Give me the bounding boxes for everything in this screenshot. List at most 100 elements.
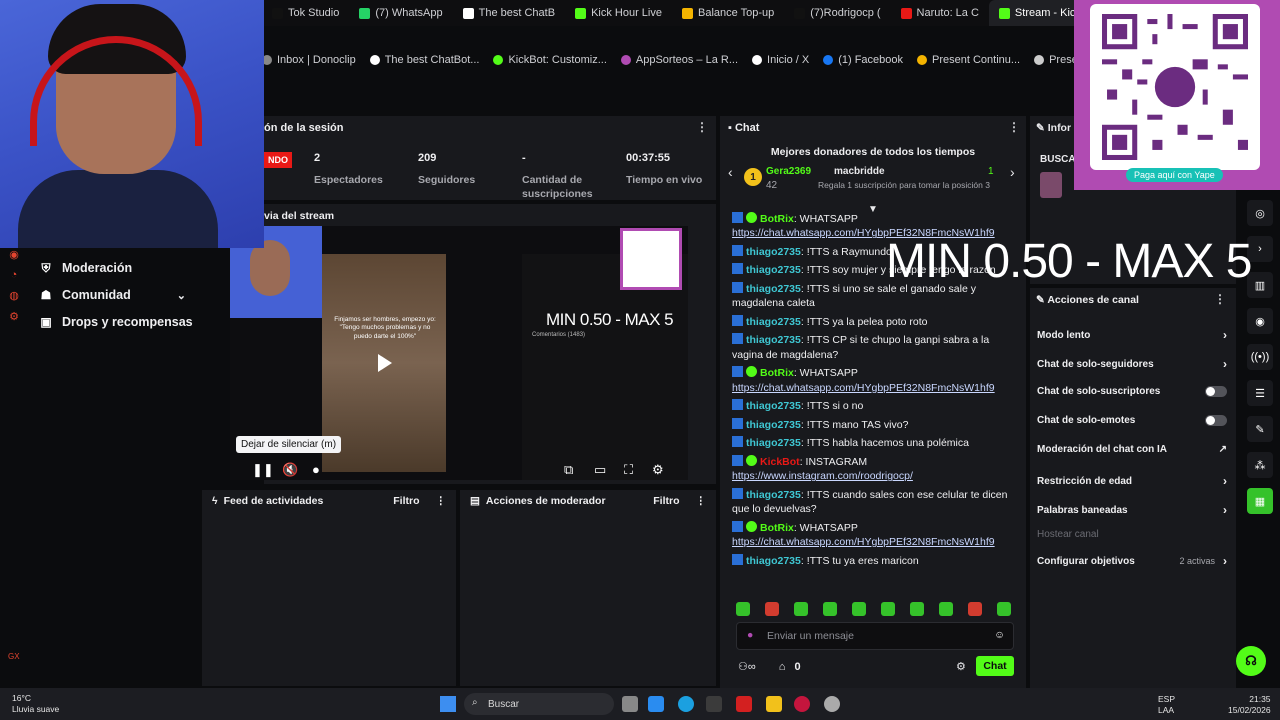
emote-icon[interactable] [997,602,1011,616]
edge-icon[interactable] [678,696,694,712]
sidebar-footer-icon[interactable]: GX [8,652,20,661]
more-options-icon[interactable]: ⋮ [1008,120,1020,134]
support-icon[interactable]: ☊ [1236,646,1266,676]
chat-username[interactable]: BotRix [760,367,794,379]
chat-link[interactable]: https://www.instagram.com/roodrigocp/ [732,470,913,482]
chat-input[interactable]: ● Enviar un mensaje ☺ [736,622,1014,650]
emote-icon[interactable] [910,602,924,616]
toggle-switch[interactable] [1205,386,1227,397]
sidebar-item-comunidad[interactable]: ☗ Comunidad ⌄ [40,288,186,302]
chat-username[interactable]: thiago2735 [746,555,801,567]
wps-icon[interactable] [736,696,752,712]
channel-action-modo-lento[interactable]: Modo lento › [1037,328,1227,342]
browser-tab[interactable]: Tok Studio [262,0,349,26]
channel-action-chat-de-solo-seguidores[interactable]: Chat de solo-seguidores › [1037,357,1227,371]
bookmark-item[interactable]: Inicio / X [752,54,809,66]
emote-icon[interactable] [968,602,982,616]
chat-username[interactable]: thiago2735 [746,437,801,449]
emote-icon[interactable] [794,602,808,616]
channel-action-palabras-baneadas[interactable]: Palabras baneadas › [1037,503,1227,517]
chat-username[interactable]: KickBot [760,456,800,468]
more-options-icon[interactable]: ⋮ [696,495,707,507]
browser-tab[interactable]: (7) WhatsApp [349,0,452,26]
emote-icon[interactable] [852,602,866,616]
chat-username[interactable]: thiago2735 [746,264,801,276]
store-icon[interactable] [706,696,722,712]
emote-icon[interactable] [939,602,953,616]
chat-username[interactable]: thiago2735 [746,489,801,501]
dashboard-icon[interactable]: ◉ [9,248,19,261]
volume-slider-knob-icon[interactable]: ● [312,462,320,477]
camera-icon[interactable]: ◎ [1247,200,1273,226]
settings-icon[interactable]: ⚙ [9,310,19,323]
channel-action-configurar-objetivos[interactable]: Configurar objetivos 2 activas › [1037,554,1227,568]
chat-username[interactable]: BotRix [760,522,794,534]
stream-icon[interactable]: ◍ [9,289,19,302]
taskbar-search[interactable]: ⌕ Buscar [464,693,614,715]
channel-action-hostear-canal[interactable]: Hostear canal [1037,529,1227,540]
weather-widget[interactable]: 16°C Lluvia suave [12,693,59,714]
tray-language[interactable]: ESP LAA [1158,694,1175,715]
nodes-icon[interactable]: ⁂ [1247,452,1273,478]
sidebar-item-drops[interactable]: ▣ Drops y recompensas [40,315,192,329]
emote-icon[interactable] [823,602,837,616]
channel-action-moderaci-n-del-chat-con-ia[interactable]: Moderación del chat con IA ↗ [1037,444,1227,455]
chat-username[interactable]: thiago2735 [746,400,801,412]
opera-gx-icon[interactable] [794,696,810,712]
chat-username[interactable]: thiago2735 [746,283,801,295]
fullscreen-icon[interactable]: ⛶ [624,462,633,478]
bookmark-item[interactable]: Present Continu... [917,54,1020,66]
broadcast-icon[interactable]: ((•)) [1247,344,1273,370]
browser-tab[interactable]: The best ChatB [453,0,565,26]
list-icon[interactable]: ☰ [1247,380,1273,406]
chat-username[interactable]: thiago2735 [746,246,801,258]
chat-icon[interactable]: ◉ [1247,308,1273,334]
filter-button[interactable]: Filtro [393,495,419,507]
emote-icon[interactable] [736,602,750,616]
more-options-icon[interactable]: ⋮ [436,495,447,507]
browser-tab[interactable]: Balance Top-up [672,0,784,26]
pause-icon[interactable]: ❚❚ [252,462,274,478]
task-view-icon[interactable] [622,696,638,712]
folder-icon[interactable] [766,696,782,712]
filter-button[interactable]: Filtro [653,495,679,507]
chat-username[interactable]: BotRix [760,213,794,225]
connections-icon[interactable]: ⚇∞ [738,661,756,673]
more-options-icon[interactable]: ⋮ [696,120,708,134]
volume-muted-icon[interactable]: 🔇 [282,462,298,478]
copilot-icon[interactable] [648,696,664,712]
toggle-switch[interactable] [1205,415,1227,426]
chat-link[interactable]: https://chat.whatsapp.com/HYgbpPEf32N8Fm… [732,536,995,548]
theater-icon[interactable]: ▭ [594,462,606,478]
mic-icon[interactable]: ● [747,629,753,641]
bookmark-item[interactable]: The best ChatBot... [369,54,479,66]
chat-link[interactable]: https://chat.whatsapp.com/HYgbpPEf32N8Fm… [732,382,995,394]
start-icon[interactable] [440,696,456,712]
emote-icon[interactable] [765,602,779,616]
send-chat-button[interactable]: Chat [976,656,1014,676]
browser-tab[interactable]: Kick Hour Live [565,0,672,26]
chat-username[interactable]: thiago2735 [746,334,801,346]
channel-action-chat-de-solo-emotes[interactable]: Chat de solo-emotes [1037,415,1227,426]
bookmark-item[interactable]: KickBot: Customiz... [493,54,607,66]
emote-icon[interactable] [881,602,895,616]
channel-action-restricci-n-de-edad[interactable]: Restricción de edad › [1037,474,1227,488]
browser-tab[interactable]: Naruto: La C [891,0,989,26]
store-icon[interactable]: ⌂ [779,661,786,673]
obs-icon[interactable] [824,696,840,712]
bookmark-item[interactable]: (1) Facebook [823,54,903,66]
bookmark-item[interactable]: Inbox | Donoclip [262,54,356,66]
browser-tab[interactable]: (7)Rodrigocp ( [784,0,890,26]
channel-action-chat-de-solo-suscriptores[interactable]: Chat de solo-suscriptores [1037,386,1227,397]
emoji-icon[interactable]: ☺ [994,629,1005,641]
chat-settings-icon[interactable]: ⚙ [956,660,966,673]
wrench-icon[interactable]: ✎ [1247,416,1273,442]
more-options-icon[interactable]: ⋮ [1214,292,1226,306]
sidebar-item-moderacion[interactable]: ⛨ Moderación [40,261,132,276]
gear-icon[interactable]: ⚙ [652,462,664,478]
green-app-icon[interactable]: ▦ [1247,488,1273,514]
chat-username[interactable]: thiago2735 [746,316,801,328]
bookmark-item[interactable]: AppSorteos – La R... [620,54,738,66]
chat-username[interactable]: thiago2735 [746,419,801,431]
taskbar-clock[interactable]: 21:35 15/02/2026 [1228,694,1271,715]
